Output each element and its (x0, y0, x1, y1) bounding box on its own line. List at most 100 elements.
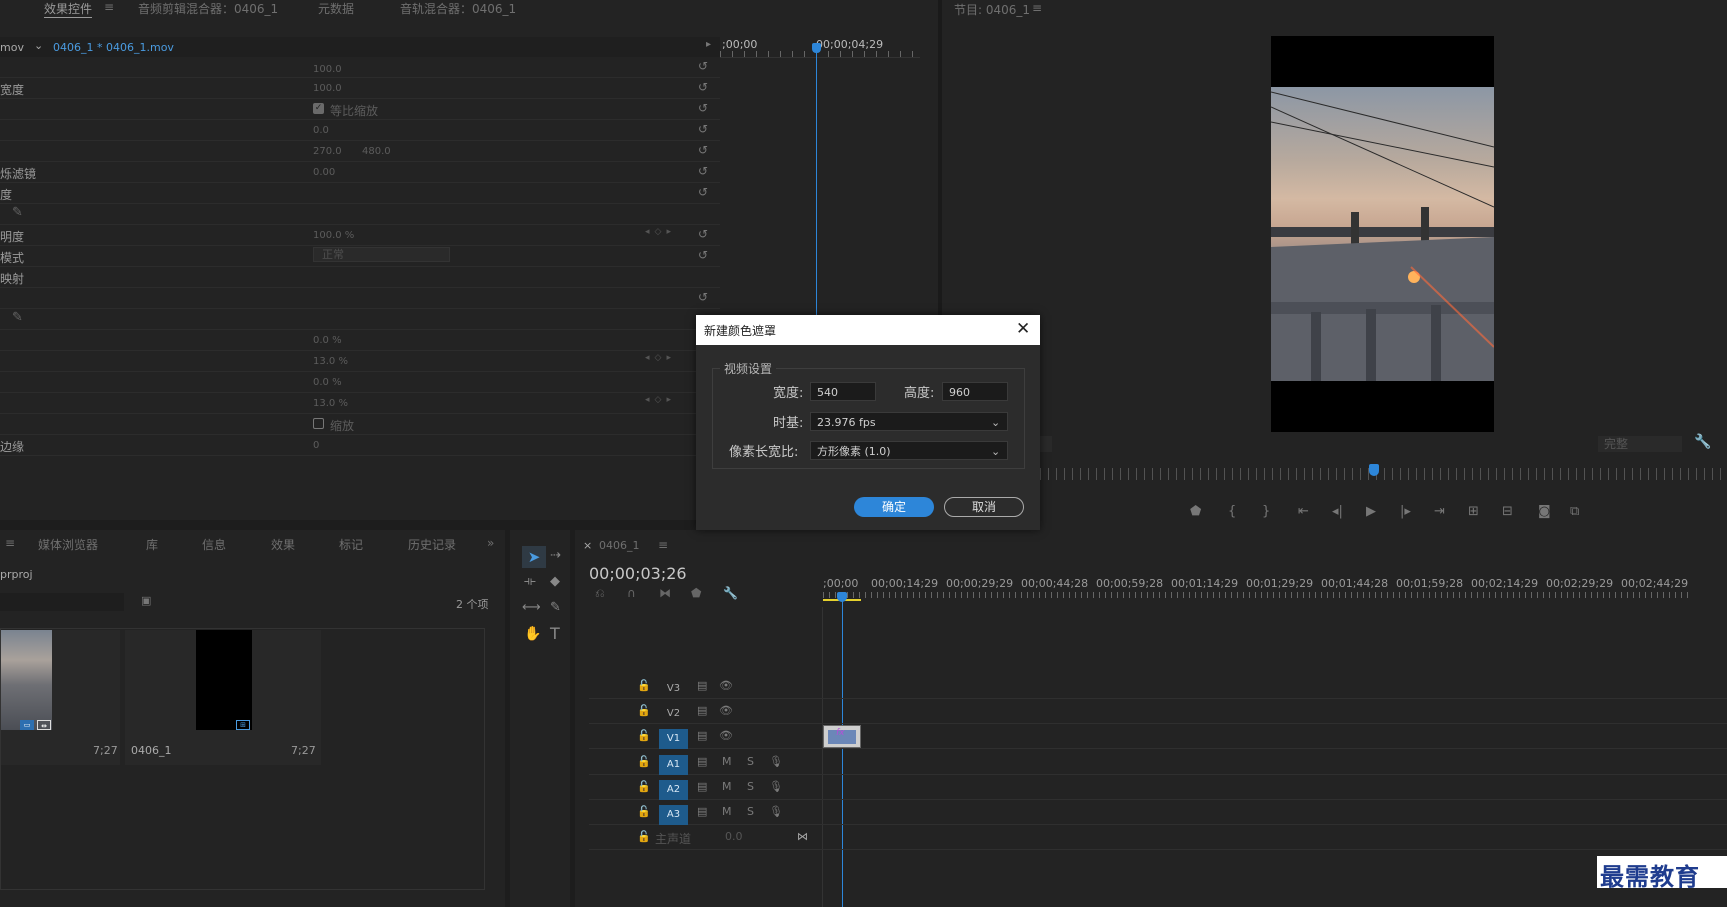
pen-icon[interactable]: ✎ (12, 205, 23, 220)
tab-info[interactable]: 信息 (202, 536, 226, 553)
track-name[interactable]: V3 (659, 679, 688, 699)
expand-arrow-icon[interactable]: ▸ (706, 39, 711, 50)
linked-select-icon[interactable]: ⧓ (659, 586, 671, 600)
reset-icon[interactable]: ↺ (698, 227, 708, 241)
wrench-icon[interactable]: 🔧 (723, 586, 738, 600)
track-name[interactable]: A3 (659, 805, 688, 825)
mic-icon[interactable]: 🎙 (769, 805, 783, 818)
play-icon[interactable]: ▶ (1366, 504, 1376, 519)
quality-select[interactable]: 完整 (1598, 436, 1682, 452)
close-icon[interactable]: ✕ (1016, 319, 1030, 339)
ec-value-2[interactable]: 480.0 (362, 146, 391, 157)
ec-value[interactable]: 0.0 (313, 125, 329, 136)
compare-icon[interactable]: ⧉ (1570, 504, 1579, 519)
video-frame[interactable] (1271, 36, 1494, 432)
lock-icon[interactable]: 🔓 (637, 805, 651, 818)
pen-tool-icon[interactable]: ✎ (550, 600, 561, 615)
reset-icon[interactable]: ↺ (698, 248, 708, 262)
lock-icon[interactable]: 🔓 (637, 704, 651, 717)
tab-effects[interactable]: 效果 (271, 536, 295, 553)
audio-track[interactable]: 🔓 A3 ▤ M S 🎙 (589, 800, 1727, 825)
video-track[interactable]: 🔓 V2 ▤ 👁 (589, 699, 1727, 724)
ec-value[interactable]: 100.0 % (313, 230, 354, 241)
keyframe-nav-icon[interactable]: ◂◇▸ (645, 227, 676, 237)
go-to-out-icon[interactable]: ⇥ (1434, 504, 1445, 519)
width-input[interactable]: 540 (810, 382, 876, 401)
sequence-timecode[interactable]: 00;00;03;26 (589, 564, 687, 583)
mute-icon[interactable]: M (722, 805, 732, 818)
reset-icon[interactable]: ↺ (698, 143, 708, 157)
keyframe-nav-icon[interactable]: ◂◇▸ (645, 395, 676, 405)
close-icon[interactable]: × (583, 539, 592, 552)
ec-value[interactable]: 0.0 % (313, 377, 342, 388)
keyframe-nav-icon[interactable]: ◂◇▸ (645, 353, 676, 363)
master-track[interactable]: 🔓 主声道 0.0 ⋈ (589, 825, 1727, 850)
pen-icon[interactable]: ✎ (12, 310, 23, 325)
mark-out-icon[interactable]: } (1262, 504, 1270, 519)
ec-value[interactable]: 100.0 (313, 64, 342, 75)
reset-icon[interactable]: ↺ (698, 290, 708, 304)
ec-value[interactable]: 0 (313, 440, 319, 451)
reset-icon[interactable]: ↺ (698, 164, 708, 178)
ripple-edit-tool-icon[interactable]: ⟛ (524, 574, 536, 589)
marker-icon[interactable]: ⬟ (691, 586, 701, 600)
step-back-icon[interactable]: ◂| (1332, 504, 1343, 519)
tab-libraries[interactable]: 库 (146, 536, 158, 553)
lock-icon[interactable]: 🔓 (637, 755, 651, 768)
sync-lock-icon[interactable]: ▤ (697, 704, 707, 717)
menu-icon[interactable]: ≡ (104, 0, 114, 14)
track-select-tool-icon[interactable]: ⇢ (550, 548, 561, 563)
ok-button[interactable]: 确定 (854, 497, 934, 517)
tab-audio-track-mixer[interactable]: 音轨混合器：0406_1 (400, 0, 516, 17)
track-name[interactable]: A1 (659, 755, 688, 775)
type-tool-icon[interactable]: T (550, 624, 560, 643)
eye-icon[interactable]: 👁 (719, 679, 733, 692)
tab-audio-clip-mixer[interactable]: 音频剪辑混合器：0406_1 (138, 0, 278, 17)
ec-value[interactable]: 0.0 % (313, 335, 342, 346)
ec-value[interactable]: 100.0 (313, 83, 342, 94)
lock-icon[interactable]: 🔓 (637, 780, 651, 793)
reset-icon[interactable]: ↺ (698, 59, 708, 73)
cancel-button[interactable]: 取消 (944, 497, 1024, 517)
ec-value[interactable]: 13.0 % (313, 398, 348, 409)
solo-icon[interactable]: S (747, 755, 754, 768)
sync-lock-icon[interactable]: ▤ (697, 755, 707, 768)
new-bin-icon[interactable]: ▣ (141, 594, 151, 607)
lift-icon[interactable]: ⊞ (1468, 504, 1479, 519)
slip-tool-icon[interactable]: ⟷ (522, 600, 541, 615)
extract-icon[interactable]: ⊟ (1502, 504, 1513, 519)
mic-icon[interactable]: 🎙 (769, 755, 783, 768)
timebase-select[interactable]: 23.976 fps ⌄ (810, 412, 1008, 431)
timeline-ruler[interactable]: ;00;00 00;00;14;29 00;00;29;29 00;00;44;… (823, 577, 1727, 607)
reset-icon[interactable]: ↺ (698, 80, 708, 94)
mark-in-icon[interactable]: { (1228, 504, 1236, 519)
track-name[interactable]: V1 (659, 729, 688, 749)
blend-mode-select[interactable]: 正常 (313, 247, 450, 262)
sync-lock-icon[interactable]: ▤ (697, 780, 707, 793)
video-track[interactable]: 🔓 V1 ▤ 👁 (589, 724, 1727, 749)
bowtie-icon[interactable]: ⋈ (797, 830, 808, 843)
project-search-input[interactable] (0, 593, 124, 611)
pm-ruler[interactable] (952, 468, 1727, 480)
dialog-titlebar[interactable]: 新建颜色遮罩 ✕ (696, 315, 1040, 345)
reset-icon[interactable]: ↺ (698, 185, 708, 199)
reset-icon[interactable]: ↺ (698, 122, 708, 136)
step-forward-icon[interactable]: |▸ (1400, 504, 1411, 519)
height-input[interactable]: 960 (942, 382, 1008, 401)
wrench-icon[interactable]: 🔧 (1694, 434, 1711, 450)
ec-value[interactable]: 270.0 (313, 146, 342, 157)
timeline-clip[interactable]: fx (823, 725, 861, 748)
chevron-down-icon[interactable]: ⌄ (34, 39, 43, 52)
eye-icon[interactable]: 👁 (719, 704, 733, 717)
hand-tool-icon[interactable]: ✋ (524, 626, 541, 642)
razor-tool-icon[interactable]: ◆ (550, 574, 560, 589)
audio-track[interactable]: 🔓 A2 ▤ M S 🎙 (589, 775, 1727, 800)
master-value[interactable]: 0.0 (725, 830, 743, 843)
program-monitor-title[interactable]: 节目: 0406_1 (954, 1, 1030, 18)
pixel-aspect-select[interactable]: 方形像素 (1.0) ⌄ (810, 441, 1008, 460)
lock-icon[interactable]: 🔓 (637, 830, 651, 843)
lock-icon[interactable]: 🔓 (637, 729, 651, 742)
eye-icon[interactable]: 👁 (719, 729, 733, 742)
tab-history[interactable]: 历史记录 (408, 536, 456, 553)
sequence-tab[interactable]: 0406_1 (599, 539, 640, 552)
